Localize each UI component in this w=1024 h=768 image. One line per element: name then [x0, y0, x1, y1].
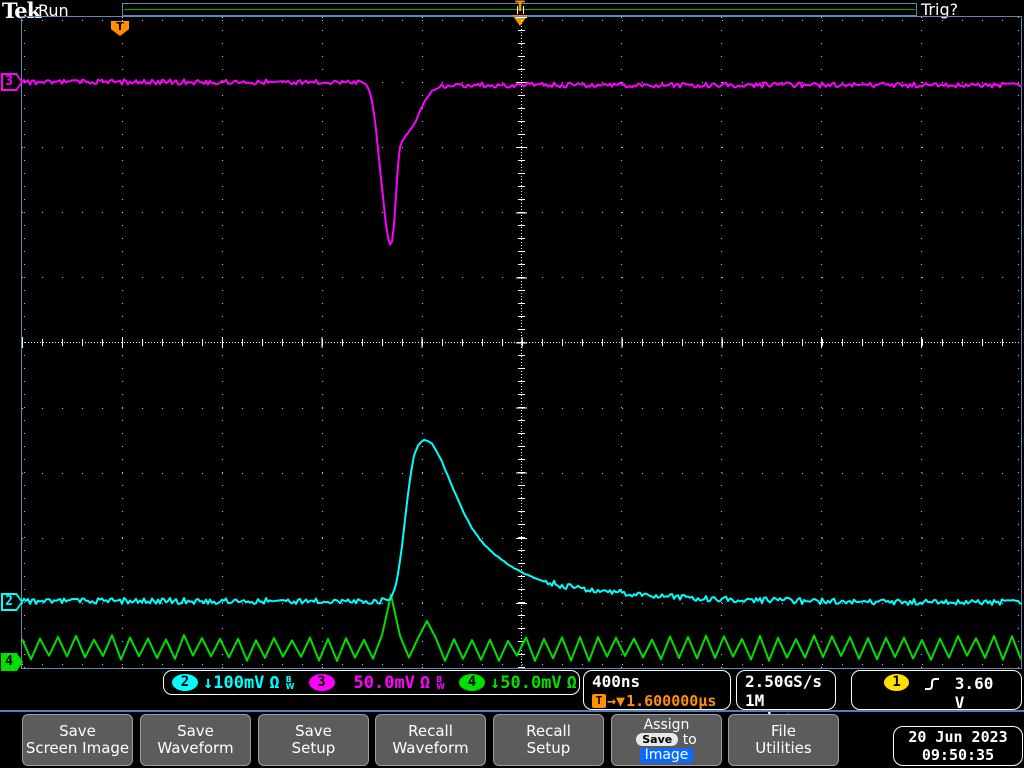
rising-edge-slope-icon — [925, 678, 940, 690]
trigger-level: 3.60 V — [954, 674, 994, 712]
sample-rate: 2.50GS/s — [745, 672, 823, 691]
date: 20 Jun 2023 — [908, 728, 1008, 746]
channel-4-marker[interactable]: 4 — [1, 653, 23, 671]
horizontal-readout-box[interactable]: 400ns T →▼ 1.600000µs — [583, 670, 731, 710]
recall-setup-button[interactable]: Recall Setup — [493, 714, 604, 766]
ch4-coupling: Ω — [566, 672, 577, 693]
save-waveform-button[interactable]: Save Waveform — [140, 714, 251, 766]
trigger-t-icon: T — [592, 694, 606, 708]
file-utilities-button[interactable]: File Utilities — [728, 714, 839, 766]
ch4-badge[interactable]: 4 — [459, 674, 485, 691]
ch2-badge[interactable]: 2 — [172, 674, 198, 691]
trigger-readout-box[interactable]: 1 3.60 V — [851, 670, 1022, 712]
channel-3-marker[interactable]: 3 — [1, 73, 23, 91]
assign-save-to-image-button[interactable]: Assign Save to Image — [611, 714, 722, 766]
ch4-readout[interactable]: 4 ↓50.0mVΩBW — [459, 673, 592, 693]
save-screen-image-button[interactable]: Save Screen Image — [22, 714, 133, 766]
trigger-source-badge[interactable]: 1 — [884, 674, 910, 691]
horizontal-delay-readout: T →▼ 1.600000µs — [592, 692, 722, 710]
datetime-display: 20 Jun 2023 09:50:35 — [893, 726, 1023, 766]
channel-2-marker[interactable]: 2 — [1, 593, 23, 611]
timebase-scale: 400ns — [592, 672, 641, 691]
channel-readout-box[interactable]: 2 ↓100mV ΩBW 3 50.0mVΩBW 4 ↓50.0mVΩBW — [163, 670, 592, 695]
graticule-frame — [21, 16, 1022, 669]
save-setup-button[interactable]: Save Setup — [258, 714, 369, 766]
ch3-badge[interactable]: 3 — [308, 674, 335, 691]
record-trigger-marker[interactable]: T — [510, 0, 530, 15]
recall-waveform-button[interactable]: Recall Waveform — [375, 714, 486, 766]
assign-target-highlight: Image — [639, 747, 694, 763]
save-pill: Save — [636, 732, 679, 746]
ch2-coupling: Ω — [269, 672, 280, 693]
ch2-readout[interactable]: 2 ↓100mV ΩBW — [172, 673, 295, 693]
ch3-bandwidth-icon: BW — [436, 674, 445, 691]
time: 09:50:35 — [921, 746, 995, 764]
separator-line — [0, 710, 1024, 712]
ch2-bandwidth-icon: BW — [285, 674, 295, 691]
ch3-coupling: Ω — [419, 672, 431, 693]
acquisition-readout-box[interactable]: 2.50GS/s 1M points — [736, 670, 836, 729]
graticule-grid — [22, 17, 1021, 668]
ch3-readout[interactable]: 3 50.0mV Ω B W — [308, 672, 445, 693]
